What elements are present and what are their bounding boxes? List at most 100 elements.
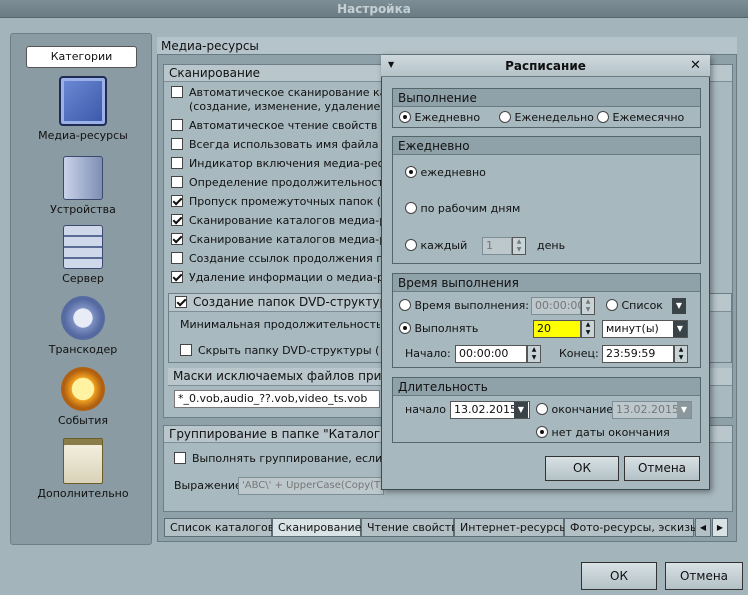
- start-time-input[interactable]: 00:00:00: [455, 345, 527, 363]
- end-date-dropdown-icon[interactable]: ▼: [677, 402, 691, 418]
- radio[interactable]: [536, 403, 548, 415]
- expression-label: Выражение: [174, 479, 240, 492]
- time-title: Время выполнения: [393, 274, 700, 292]
- checkbox[interactable]: [174, 452, 186, 464]
- dialog-menu-icon[interactable]: ▼: [388, 60, 394, 69]
- checkbox[interactable]: [171, 119, 183, 131]
- radio-selected[interactable]: [536, 426, 548, 438]
- radio-selected[interactable]: [399, 111, 411, 123]
- hide-dvd-option[interactable]: Скрыть папку DVD-структуры (по-у: [180, 342, 380, 360]
- radio-daily[interactable]: Ежедневно: [399, 109, 499, 127]
- exec-time-spinner[interactable]: ▲ ▼: [581, 297, 595, 315]
- radio-monthly[interactable]: Ежемесячно: [597, 109, 697, 127]
- radio[interactable]: [399, 299, 411, 311]
- sidebar-item-label: Транскодер: [48, 343, 118, 356]
- categories-header: Категории: [26, 46, 137, 68]
- scan-option[interactable]: Сканирование каталогов медиа-ре: [171, 231, 386, 249]
- events-icon: [61, 367, 105, 411]
- scan-option[interactable]: Индикатор включения медиа-ресур: [171, 155, 386, 173]
- sidebar-item-additional[interactable]: Дополнительно: [25, 438, 141, 500]
- checkbox[interactable]: [171, 157, 183, 169]
- do-grouping-option[interactable]: Выполнять группирование, если ко: [174, 450, 384, 468]
- tab-scanning[interactable]: Сканирование: [272, 518, 361, 537]
- scan-option[interactable]: Удаление информации о медиа-ре: [171, 269, 386, 287]
- radio-workdays[interactable]: по рабочим дням: [405, 200, 555, 218]
- radio-end-date[interactable]: окончание: [536, 401, 612, 419]
- scan-option[interactable]: Сканирование каталогов медиа-ре: [171, 212, 386, 230]
- dialog-cancel-button[interactable]: Отмена: [624, 456, 700, 481]
- close-icon[interactable]: ✕: [690, 58, 701, 73]
- end-time-spinner[interactable]: ▲ ▼: [674, 345, 688, 363]
- additional-icon: [63, 438, 103, 484]
- transcoder-icon: [61, 296, 105, 340]
- radio-every-n[interactable]: каждый: [405, 237, 475, 255]
- checkbox[interactable]: [171, 252, 183, 264]
- scan-option[interactable]: Определение продолжительности: [171, 174, 386, 192]
- radio-every-day[interactable]: ежедневно: [405, 164, 555, 182]
- sidebar-item-devices[interactable]: Устройства: [25, 156, 141, 216]
- run-interval-spinner[interactable]: ▲ ▼: [581, 320, 595, 338]
- tab-catalog-list[interactable]: Список каталогов: [164, 518, 274, 537]
- radio[interactable]: [499, 111, 511, 123]
- checkbox-checked[interactable]: [171, 214, 183, 226]
- radio-list[interactable]: Список: [606, 297, 666, 315]
- panel-title: Медиа-ресурсы: [157, 37, 737, 55]
- scan-option[interactable]: Автоматическое чтение свойств ме: [171, 117, 386, 135]
- masks-input[interactable]: *_0.vob,audio_??.vob,video_ts.vob: [174, 390, 380, 408]
- tab-scroll-left-icon[interactable]: ◀: [695, 518, 711, 537]
- server-icon: [63, 225, 103, 269]
- radio[interactable]: [597, 111, 609, 123]
- radio-exec-time[interactable]: Время выполнения:: [399, 297, 529, 315]
- window-title: Настройка: [0, 0, 748, 18]
- scan-options-list: Автоматическое сканирование кат (создани…: [171, 84, 386, 287]
- ok-button[interactable]: ОК: [581, 562, 657, 590]
- radio-selected[interactable]: [399, 322, 411, 334]
- checkbox-checked[interactable]: [175, 296, 187, 308]
- sidebar-item-label: Устройства: [50, 203, 116, 216]
- sidebar-item-label: Медиа-ресурсы: [38, 129, 128, 142]
- every-days-spinner[interactable]: ▲ ▼: [512, 237, 526, 255]
- sidebar-item-media[interactable]: Медиа-ресурсы: [25, 76, 141, 142]
- scan-option[interactable]: Всегда использовать имя файла в к: [171, 136, 386, 154]
- radio-run-every[interactable]: Выполнять: [399, 320, 519, 338]
- sidebar-item-label: Сервер: [62, 272, 104, 285]
- radio-no-end-date[interactable]: нет даты окончания: [536, 424, 686, 442]
- expression-input[interactable]: 'ABC\' + UpperCase(Copy(T: [238, 477, 384, 495]
- radio[interactable]: [405, 202, 417, 214]
- run-interval-input[interactable]: 20: [533, 320, 581, 338]
- scan-option[interactable]: Создание ссылок продолжения про: [171, 250, 386, 268]
- sidebar-item-label: Дополнительно: [37, 487, 129, 500]
- checkbox-checked[interactable]: [171, 271, 183, 283]
- radio[interactable]: [405, 239, 417, 251]
- cancel-button[interactable]: Отмена: [665, 562, 743, 590]
- sidebar-item-transcoder[interactable]: Транскодер: [25, 296, 141, 356]
- checkbox[interactable]: [171, 86, 183, 98]
- checkbox[interactable]: [171, 176, 183, 188]
- execution-title: Выполнение: [393, 89, 700, 107]
- checkbox[interactable]: [171, 138, 183, 150]
- start-date-dropdown-icon[interactable]: ▼: [514, 402, 528, 418]
- start-time-label: Начало:: [405, 347, 451, 360]
- sidebar-item-label: События: [57, 414, 109, 427]
- dialog-ok-button[interactable]: ОК: [545, 456, 619, 481]
- checkbox-checked[interactable]: [171, 233, 183, 245]
- start-time-spinner[interactable]: ▲ ▼: [527, 345, 541, 363]
- sidebar-item-server[interactable]: Сервер: [25, 225, 141, 285]
- tab-scroll-right-icon[interactable]: ▶: [712, 518, 728, 537]
- tab-internet-resources[interactable]: Интернет-ресурсы: [454, 518, 568, 537]
- exec-time-input[interactable]: 00:00:00: [531, 297, 584, 315]
- radio-weekly[interactable]: Еженедельно: [499, 109, 595, 127]
- tab-read-properties[interactable]: Чтение свойств: [361, 518, 458, 537]
- every-days-unit: день: [537, 239, 566, 252]
- list-dropdown-icon[interactable]: ▼: [672, 298, 686, 314]
- sidebar-item-events[interactable]: События: [25, 367, 141, 427]
- checkbox[interactable]: [180, 344, 192, 356]
- radio-selected[interactable]: [405, 166, 417, 178]
- checkbox-checked[interactable]: [171, 195, 183, 207]
- scan-option[interactable]: Пропуск промежуточных папок (со: [171, 193, 386, 211]
- radio[interactable]: [606, 299, 618, 311]
- chevron-down-icon[interactable]: ▼: [673, 321, 687, 337]
- tab-photo-resources[interactable]: Фото-ресурсы, эскизы: [564, 518, 699, 537]
- end-time-input[interactable]: 23:59:59: [602, 345, 674, 363]
- every-days-input[interactable]: 1: [482, 237, 512, 255]
